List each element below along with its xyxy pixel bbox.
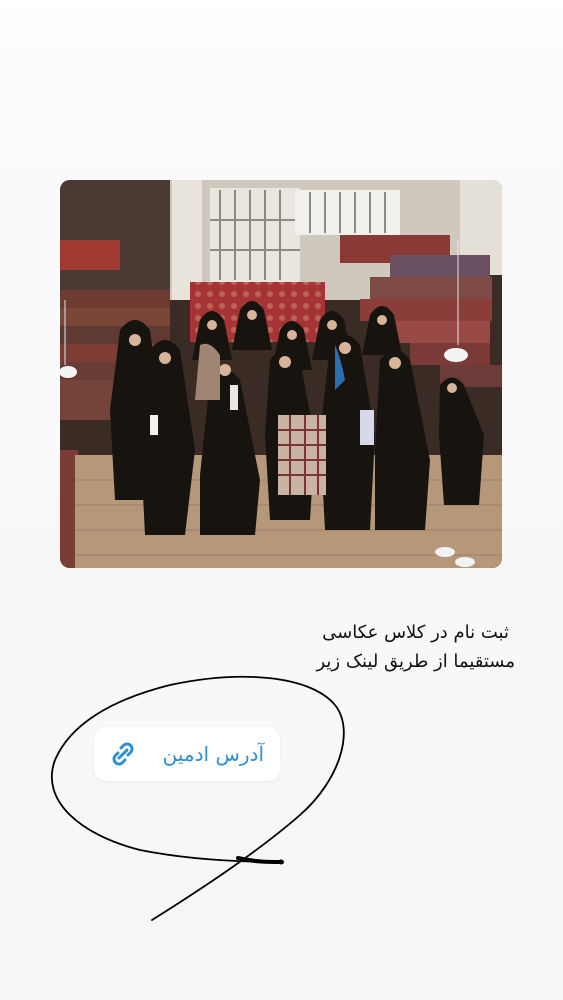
- admin-link-sticker[interactable]: آدرس ادمین: [94, 727, 280, 781]
- caption-line-1: ثبت نام در کلاس عکاسی: [322, 622, 509, 643]
- caption-line-2: مستقیما از طریق لینک زیر: [316, 651, 515, 672]
- admin-link-label: آدرس ادمین: [162, 742, 264, 766]
- caption: ثبت نام در کلاس عکاسی مستقیما از طریق لی…: [215, 618, 515, 676]
- link-icon: [108, 739, 138, 769]
- group-photo: [60, 180, 502, 568]
- group-photo-illustration: [60, 180, 502, 568]
